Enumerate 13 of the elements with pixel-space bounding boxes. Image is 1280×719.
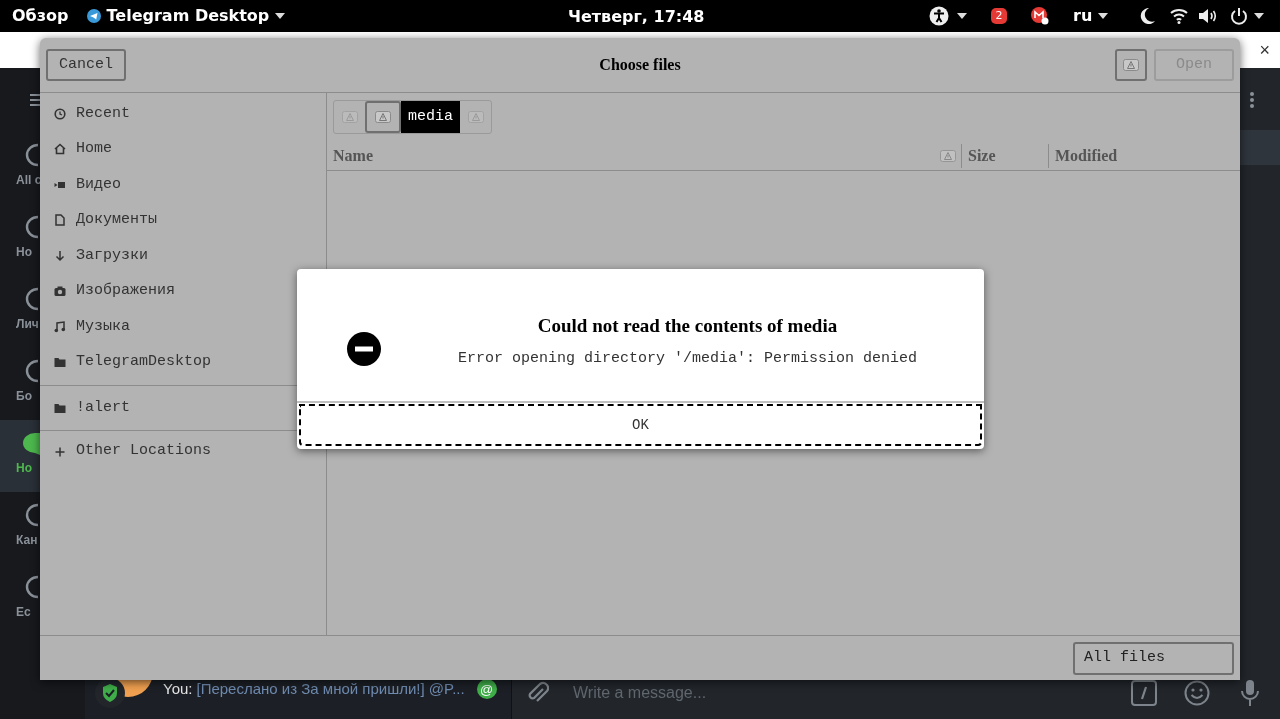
folder-label: Кан: [16, 534, 38, 546]
sender-label: You:: [163, 679, 193, 699]
dialog-title: Choose files: [599, 55, 681, 75]
error-title: Could not read the contents of media: [537, 313, 838, 338]
folder-label: Лич: [16, 318, 39, 330]
mention-badge: @: [476, 679, 497, 700]
folder-label: Бо: [16, 390, 32, 402]
folder-label: Но: [16, 462, 32, 474]
app-menu-label: Telegram Desktop: [106, 5, 270, 27]
folder-label: Но: [16, 246, 32, 258]
message-preview: [Переслано из За мной пришли!] @P...: [196, 679, 465, 699]
error-message: Error opening directory '/media': Permission denied: [457, 349, 918, 369]
folder-label: Ес: [16, 606, 31, 618]
